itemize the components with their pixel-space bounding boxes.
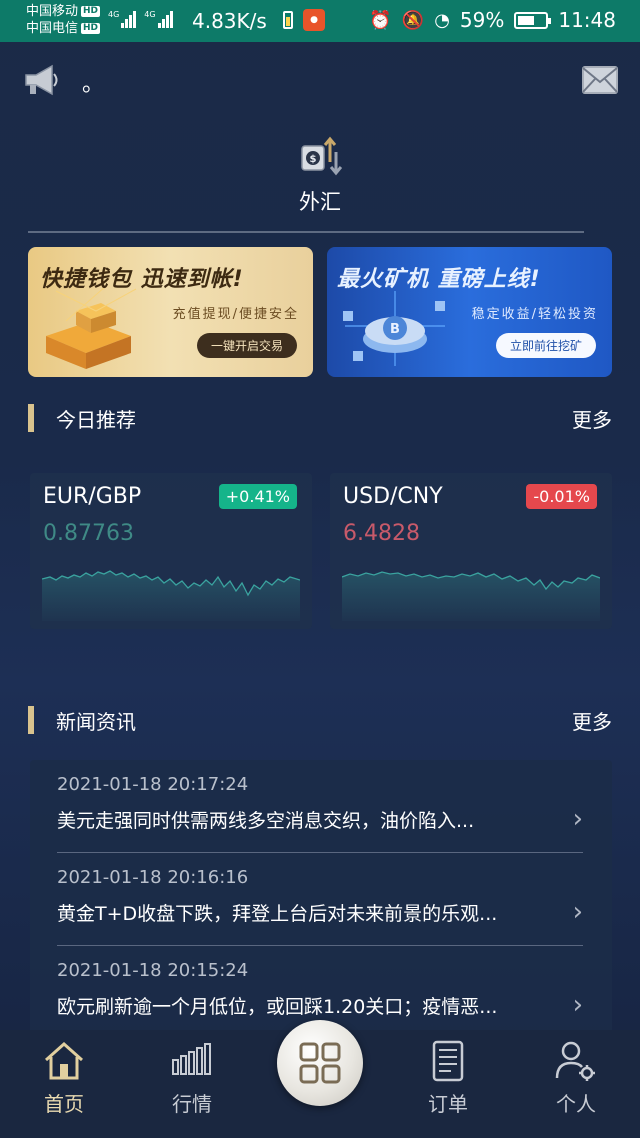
user-settings-icon <box>555 1041 595 1081</box>
tab-home[interactable]: 首页 <box>16 1038 112 1117</box>
change-badge: +0.41% <box>218 484 297 509</box>
svg-text:B: B <box>390 322 400 337</box>
start-trading-button[interactable]: 一键开启交易 <box>196 333 297 358</box>
svg-text:$: $ <box>310 154 317 165</box>
forex-label: 外汇 <box>299 190 341 214</box>
sparkline-chart <box>42 570 300 621</box>
speedometer-icon: ◔ <box>434 9 450 31</box>
battery-saver-icon <box>283 11 293 29</box>
recommend-title: 今日推荐 <box>56 408 136 432</box>
tab-label: 首页 <box>44 1092 84 1116</box>
section-accent <box>28 404 34 432</box>
go-mining-button[interactable]: 立即前往挖矿 <box>495 333 596 358</box>
signal-icon: 4G <box>144 10 173 28</box>
section-accent <box>28 706 34 734</box>
divider <box>28 231 584 233</box>
tab-profile[interactable]: 个人 <box>528 1038 624 1117</box>
recommend-more-link[interactable]: 更多 <box>572 404 612 433</box>
carrier-2: 中国电信 <box>26 21 79 36</box>
banner-title: 快捷钱包 迅速到帐! <box>40 267 244 292</box>
news-title: 新闻资讯 <box>56 710 136 734</box>
news-header: 新闻资讯 更多 <box>28 704 612 736</box>
envelope-icon[interactable] <box>582 66 618 94</box>
signal-icon: 4G <box>108 10 137 28</box>
tab-label: 订单 <box>428 1092 468 1116</box>
order-list-icon <box>432 1040 464 1082</box>
news-list: 2021-01-18 20:17:24 美元走强同时供需两线多空消息交织，油价陷… <box>30 760 612 1040</box>
grid-icon <box>299 1042 341 1084</box>
chevron-right-icon: › <box>572 897 583 927</box>
market-chart-icon <box>172 1043 211 1075</box>
quote-pair: EUR/GBP <box>43 484 142 509</box>
banner-mining[interactable]: B 最火矿机 重磅上线! 稳定收益/轻松投资 立即前往挖矿 <box>327 247 612 377</box>
mining-illustration-icon: B <box>343 291 445 366</box>
battery-icon <box>514 11 552 29</box>
banner-subtitle: 稳定收益/轻松投资 <box>471 307 598 322</box>
news-time: 2021-01-18 20:15:24 <box>57 960 249 981</box>
news-headline: 黄金T+D收盘下跌，拜登上台后对未来前景的乐观... <box>57 903 498 925</box>
wallet-illustration-icon <box>46 285 137 369</box>
banner-wallet[interactable]: 快捷钱包 迅速到帐! 充值提现/便捷安全 一键开启交易 <box>28 247 313 377</box>
quote-price: 6.4828 <box>343 521 420 546</box>
carrier-1: 中国移动 <box>26 4 79 19</box>
status-right: ⏰ 🔕 ◔ 59% 11:48 <box>369 8 616 32</box>
change-badge: -0.01% <box>526 484 597 509</box>
tab-market[interactable]: 行情 <box>144 1038 240 1117</box>
clock: 11:48 <box>558 8 616 32</box>
battery-percent: 59% <box>459 8 505 32</box>
tab-orders[interactable]: 订单 <box>400 1038 496 1117</box>
signal-icons: 4G 4G <box>108 10 173 28</box>
news-headline: 欧元刷新逾一个月低位，或回踩1.20关口；疫情恶... <box>57 996 498 1018</box>
network-speed: 4.83K/s <box>192 9 267 33</box>
tab-label: 行情 <box>172 1092 212 1116</box>
news-headline: 美元走强同时供需两线多空消息交织，油价陷入... <box>57 810 475 832</box>
quote-card-eurgbp[interactable]: EUR/GBP +0.41% 0.87763 <box>30 473 312 629</box>
forex-entry[interactable]: $ 外汇 <box>0 134 640 216</box>
hd-badge: HD <box>81 23 101 34</box>
news-more-link[interactable]: 更多 <box>572 706 612 735</box>
status-bar: 中国移动 HD 中国电信 HD 4G 4G 4.83K/s ● ⏰ 🔕 ◔ 59% … <box>0 0 640 42</box>
home-icon <box>45 1041 83 1080</box>
news-item[interactable]: 2021-01-18 20:17:24 美元走强同时供需两线多空消息交织，油价陷… <box>57 760 583 853</box>
currency-exchange-icon: $ <box>301 136 342 176</box>
notice-text[interactable]: 。 <box>82 66 104 98</box>
quote-price: 0.87763 <box>43 521 134 546</box>
carrier-info: 中国移动 HD 中国电信 HD <box>26 3 101 37</box>
banner-subtitle: 充值提现/便捷安全 <box>172 307 299 322</box>
center-menu-button[interactable] <box>277 1020 363 1106</box>
sparkline-chart <box>342 571 600 621</box>
tab-label: 个人 <box>556 1092 596 1116</box>
notice-bar: 。 <box>0 58 640 102</box>
banner-title: 最火矿机 重磅上线! <box>337 267 541 292</box>
alarm-icon: ⏰ <box>369 9 392 31</box>
chevron-right-icon: › <box>572 990 583 1020</box>
news-item[interactable]: 2021-01-18 20:16:16 黄金T+D收盘下跌，拜登上台后对未来前景… <box>57 853 583 946</box>
mute-icon: 🔕 <box>401 9 425 31</box>
quote-pair: USD/CNY <box>343 484 443 509</box>
recommend-header: 今日推荐 更多 <box>28 402 612 434</box>
quote-card-usdcny[interactable]: USD/CNY -0.01% 6.4828 <box>330 473 612 629</box>
news-time: 2021-01-18 20:17:24 <box>57 774 249 795</box>
megaphone-icon[interactable] <box>22 62 62 98</box>
app-notification-icon: ● <box>303 9 325 31</box>
hd-badge: HD <box>81 6 101 17</box>
chevron-right-icon: › <box>572 804 583 834</box>
news-time: 2021-01-18 20:16:16 <box>57 867 249 888</box>
